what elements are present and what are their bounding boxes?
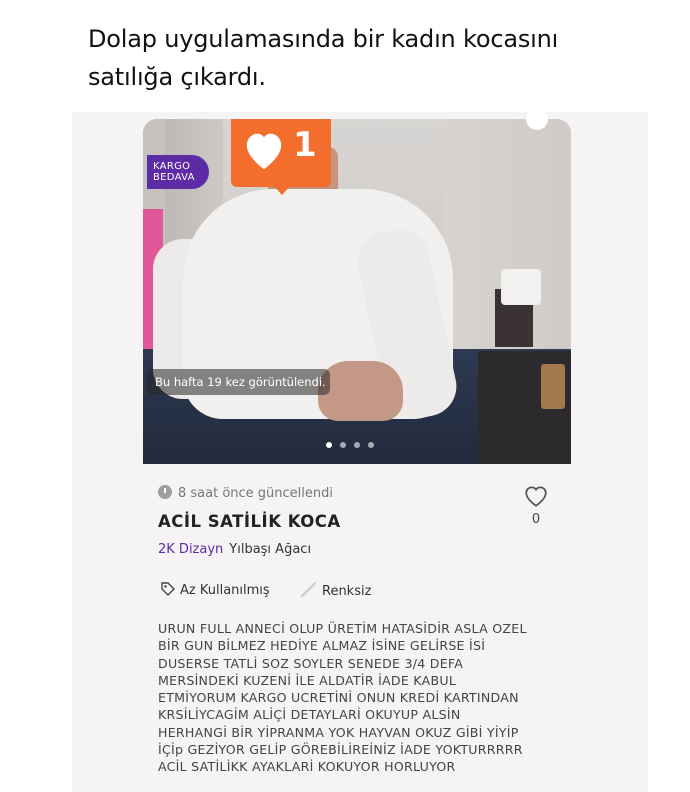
brand-category: 2K Dizayn Yılbaşı Ağacı [158, 542, 311, 557]
clock-icon [158, 485, 172, 499]
like-count: 1 [293, 125, 317, 165]
like-notification-badge: 1 [231, 119, 331, 195]
post-caption: Dolap uygulamasında bir kadın kocasını s… [88, 25, 559, 91]
color-label: Renksiz [322, 584, 372, 599]
condition-label: Az Kullanılmış [180, 583, 270, 598]
favorite-button[interactable] [522, 484, 550, 512]
photo-tissue [501, 269, 541, 305]
carousel-indicator[interactable] [326, 433, 382, 448]
share-button[interactable] [526, 108, 548, 130]
heart-outline-icon [525, 486, 547, 507]
carousel-dot[interactable] [368, 442, 374, 448]
carousel-dot[interactable] [326, 442, 332, 448]
carousel-dot[interactable] [354, 442, 360, 448]
brand-link[interactable]: 2K Dizayn [158, 542, 223, 557]
tag-icon [161, 582, 175, 596]
favorite-count: 0 [531, 512, 541, 527]
no-color-icon [298, 581, 316, 599]
updated-text: 8 saat önce güncellendi [178, 486, 334, 501]
free-shipping-badge: KARGO BEDAVA [147, 155, 209, 189]
heart-icon [246, 133, 282, 170]
listing-description: URUN FULL ANNECİ OLUP ÜRETİM HATASİDİR A… [158, 621, 527, 775]
badge-tail [273, 185, 291, 195]
updated-time: 8 saat önce güncellendi [158, 485, 333, 501]
color-item: Renksiz [298, 581, 371, 599]
photo-glass [541, 364, 565, 409]
listing-title: ACİL SATİLİK KOCA [158, 512, 341, 531]
category-label: Yılbaşı Ağacı [229, 542, 312, 557]
carousel-dot[interactable] [340, 442, 346, 448]
condition-item: Az Kullanılmış [160, 581, 270, 598]
photo-hands [318, 361, 403, 421]
views-this-week: Bu hafta 19 kez görüntülendi. [147, 369, 330, 395]
